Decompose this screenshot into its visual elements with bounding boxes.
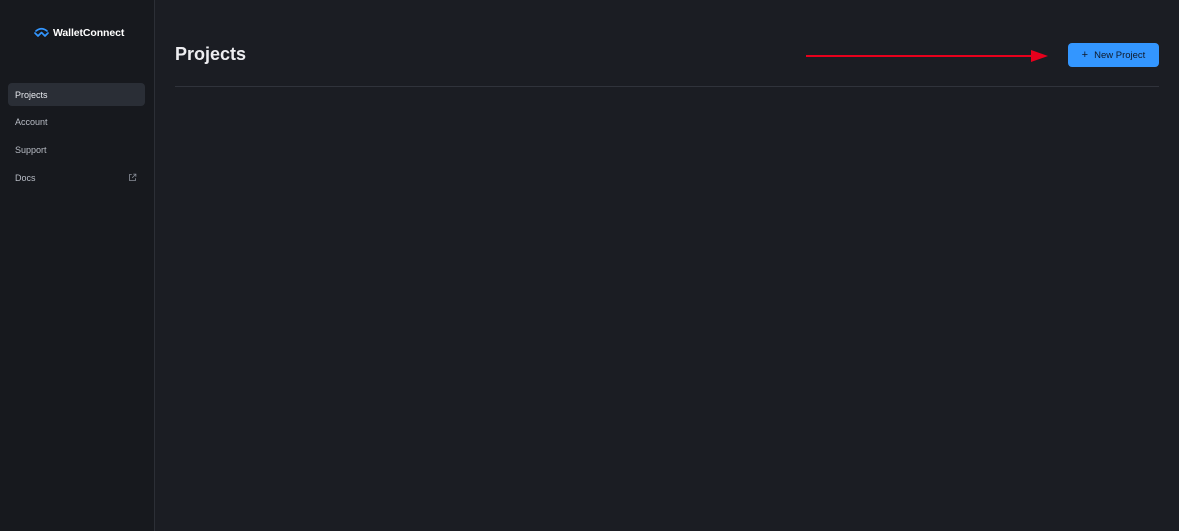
- brand-logo[interactable]: WalletConnect: [34, 27, 124, 39]
- sidebar-item-label: Support: [15, 144, 47, 155]
- annotation-arrow: [806, 50, 1048, 62]
- sidebar: WalletConnect Projects Account Support D…: [0, 0, 155, 531]
- sidebar-item-label: Docs: [15, 172, 36, 183]
- page-title: Projects: [175, 44, 247, 64]
- sidebar-nav: Projects Account Support Docs: [8, 83, 145, 194]
- walletconnect-logo-icon: [34, 27, 49, 37]
- sidebar-item-support[interactable]: Support: [8, 138, 145, 161]
- sidebar-item-projects[interactable]: Projects: [8, 83, 145, 106]
- sidebar-item-docs[interactable]: Docs: [8, 166, 145, 189]
- brand-name: WalletConnect: [53, 27, 125, 39]
- sidebar-item-label: Projects: [15, 89, 48, 100]
- external-link-icon: [129, 173, 137, 181]
- new-project-button[interactable]: + New Project: [1068, 43, 1159, 67]
- plus-icon: +: [1081, 48, 1089, 61]
- new-project-label: New Project: [1094, 49, 1146, 61]
- main-content: Projects + New Project: [155, 0, 1182, 531]
- header-divider: [175, 86, 1159, 87]
- sidebar-item-account[interactable]: Account: [8, 111, 145, 134]
- sidebar-item-label: Account: [15, 117, 48, 128]
- app-window: WalletConnect Projects Account Support D…: [0, 0, 1182, 531]
